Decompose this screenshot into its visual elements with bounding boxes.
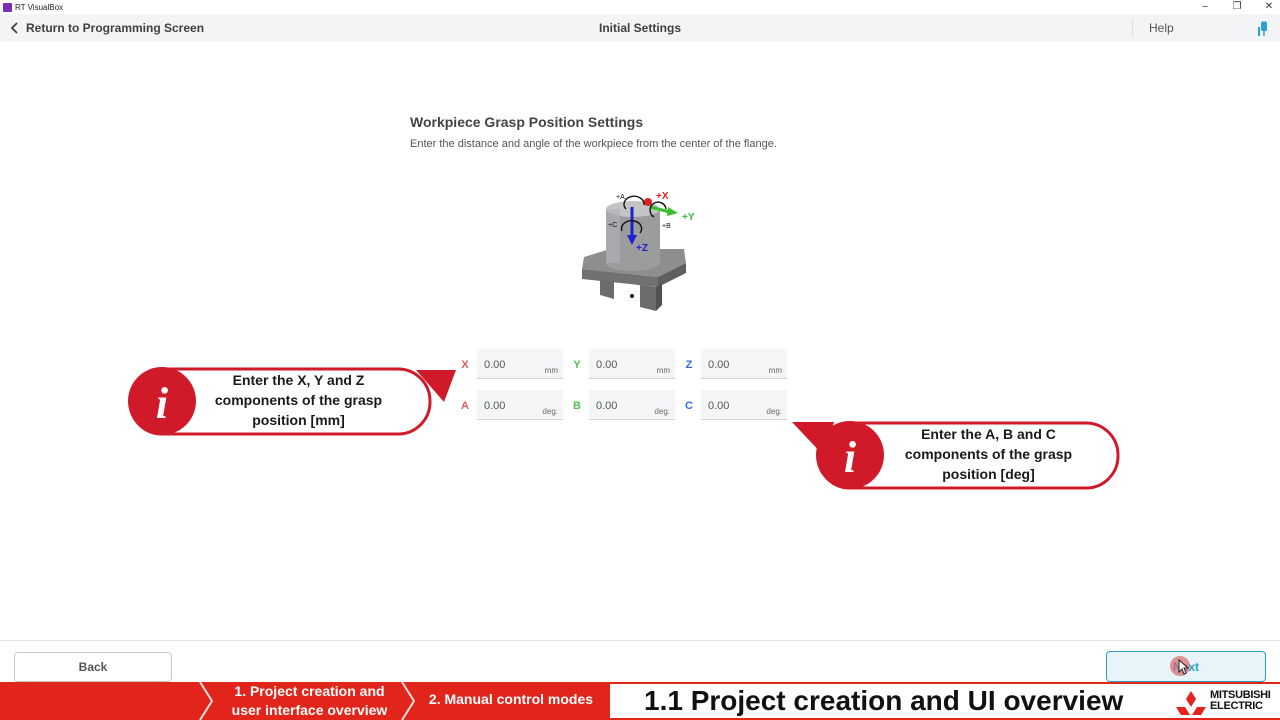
window-controls: – ❐ ✕	[1200, 0, 1274, 14]
b-field[interactable]: 0.00 deg.	[589, 390, 675, 420]
return-to-programming-button[interactable]: Return to Programming Screen	[10, 14, 204, 42]
y-value: 0.00	[596, 359, 618, 371]
banner-step-2[interactable]: 2. Manual control modes	[416, 682, 606, 720]
a-unit: deg.	[542, 407, 558, 416]
workpiece-grasp-diagram: +Y +X +Z +A +B +C	[582, 191, 695, 311]
diagram-label-z: +Z	[636, 243, 648, 254]
x-unit: mm	[544, 366, 558, 375]
x-label: X	[461, 359, 469, 371]
banner-step-1[interactable]: 1. Project creation and user interface o…	[222, 682, 397, 720]
banner-step-1-line2: user interface overview	[231, 702, 388, 718]
callout-left-line3: position [mm]	[252, 412, 345, 428]
diagram-label-a: +A	[616, 194, 625, 201]
c-field[interactable]: 0.00 deg.	[701, 390, 787, 420]
x-field[interactable]: 0.00 mm	[477, 349, 563, 379]
brand-name-line2: ELECTRIC	[1210, 700, 1263, 712]
return-to-programming-label: Return to Programming Screen	[26, 21, 205, 35]
y-field[interactable]: 0.00 mm	[589, 349, 675, 379]
window-title: RT VisualBox	[15, 2, 64, 12]
restore-button[interactable]: ❐	[1232, 0, 1242, 14]
callout-right-line3: position [deg]	[942, 466, 1035, 482]
z-label: Z	[685, 359, 693, 371]
callout-left-line1: Enter the X, Y and Z	[232, 372, 365, 388]
diagram-label-y: +Y	[682, 212, 695, 223]
chevron-left-icon	[10, 22, 18, 34]
footer-divider	[0, 640, 1280, 641]
diagram-label-x: +X	[656, 191, 669, 202]
minimize-button[interactable]: –	[1200, 0, 1210, 14]
x-value: 0.00	[484, 359, 506, 371]
b-label: B	[573, 400, 581, 412]
z-value: 0.00	[708, 359, 730, 371]
info-icon-right: i	[844, 433, 857, 482]
z-field[interactable]: 0.00 mm	[701, 349, 787, 379]
diagram-label-c: +C	[608, 222, 617, 229]
section-description: Enter the distance and angle of the work…	[410, 138, 777, 150]
diagram-label-b: +B	[662, 223, 671, 230]
info-icon: i	[156, 379, 169, 428]
banner-title: 1.1 Project creation and UI overview	[644, 685, 1124, 716]
a-field[interactable]: 0.00 deg.	[477, 390, 563, 420]
window-titlebar: RT VisualBox – ❐ ✕	[0, 0, 1280, 14]
a-value: 0.00	[484, 400, 506, 412]
section-title: Workpiece Grasp Position Settings	[410, 114, 644, 130]
info-callout-xyz: i Enter the X, Y and Z components of the…	[126, 366, 458, 438]
brand-name: MITSUBISHI ELECTRIC	[1210, 690, 1271, 712]
help-button[interactable]: Help	[1149, 14, 1174, 42]
back-button[interactable]: Back	[14, 652, 172, 682]
info-callout-abc: i Enter the A, B and C components of the…	[790, 420, 1122, 492]
y-label: Y	[573, 359, 581, 371]
callout-right-line1: Enter the A, B and C	[921, 426, 1056, 442]
app-header: Return to Programming Screen Initial Set…	[0, 14, 1280, 42]
c-unit: deg.	[766, 407, 782, 416]
callout-right-text: Enter the A, B and C components of the g…	[886, 424, 1091, 484]
mitsubishi-logo-icon	[1176, 691, 1206, 715]
c-label: C	[685, 400, 693, 412]
banner-step-1-line1: 1. Project creation and	[234, 683, 385, 699]
callout-left-text: Enter the X, Y and Z components of the g…	[196, 370, 401, 430]
tutorial-banner: 1. Project creation and user interface o…	[0, 682, 1280, 720]
mouse-cursor-icon	[1178, 659, 1190, 675]
z-unit: mm	[768, 366, 782, 375]
callout-left-line2: components of the grasp	[214, 392, 383, 408]
app-icon	[3, 2, 12, 12]
app-window: RT VisualBox – ❐ ✕ Return to Programming…	[0, 0, 1280, 720]
callout-right-line2: components of the grasp	[904, 446, 1073, 462]
header-divider	[1132, 20, 1133, 36]
a-label: A	[461, 400, 469, 412]
c-value: 0.00	[708, 400, 730, 412]
y-unit: mm	[656, 366, 670, 375]
close-button[interactable]: ✕	[1264, 0, 1274, 14]
connection-plug-icon[interactable]	[1258, 21, 1270, 36]
b-value: 0.00	[596, 400, 618, 412]
b-unit: deg.	[654, 407, 670, 416]
